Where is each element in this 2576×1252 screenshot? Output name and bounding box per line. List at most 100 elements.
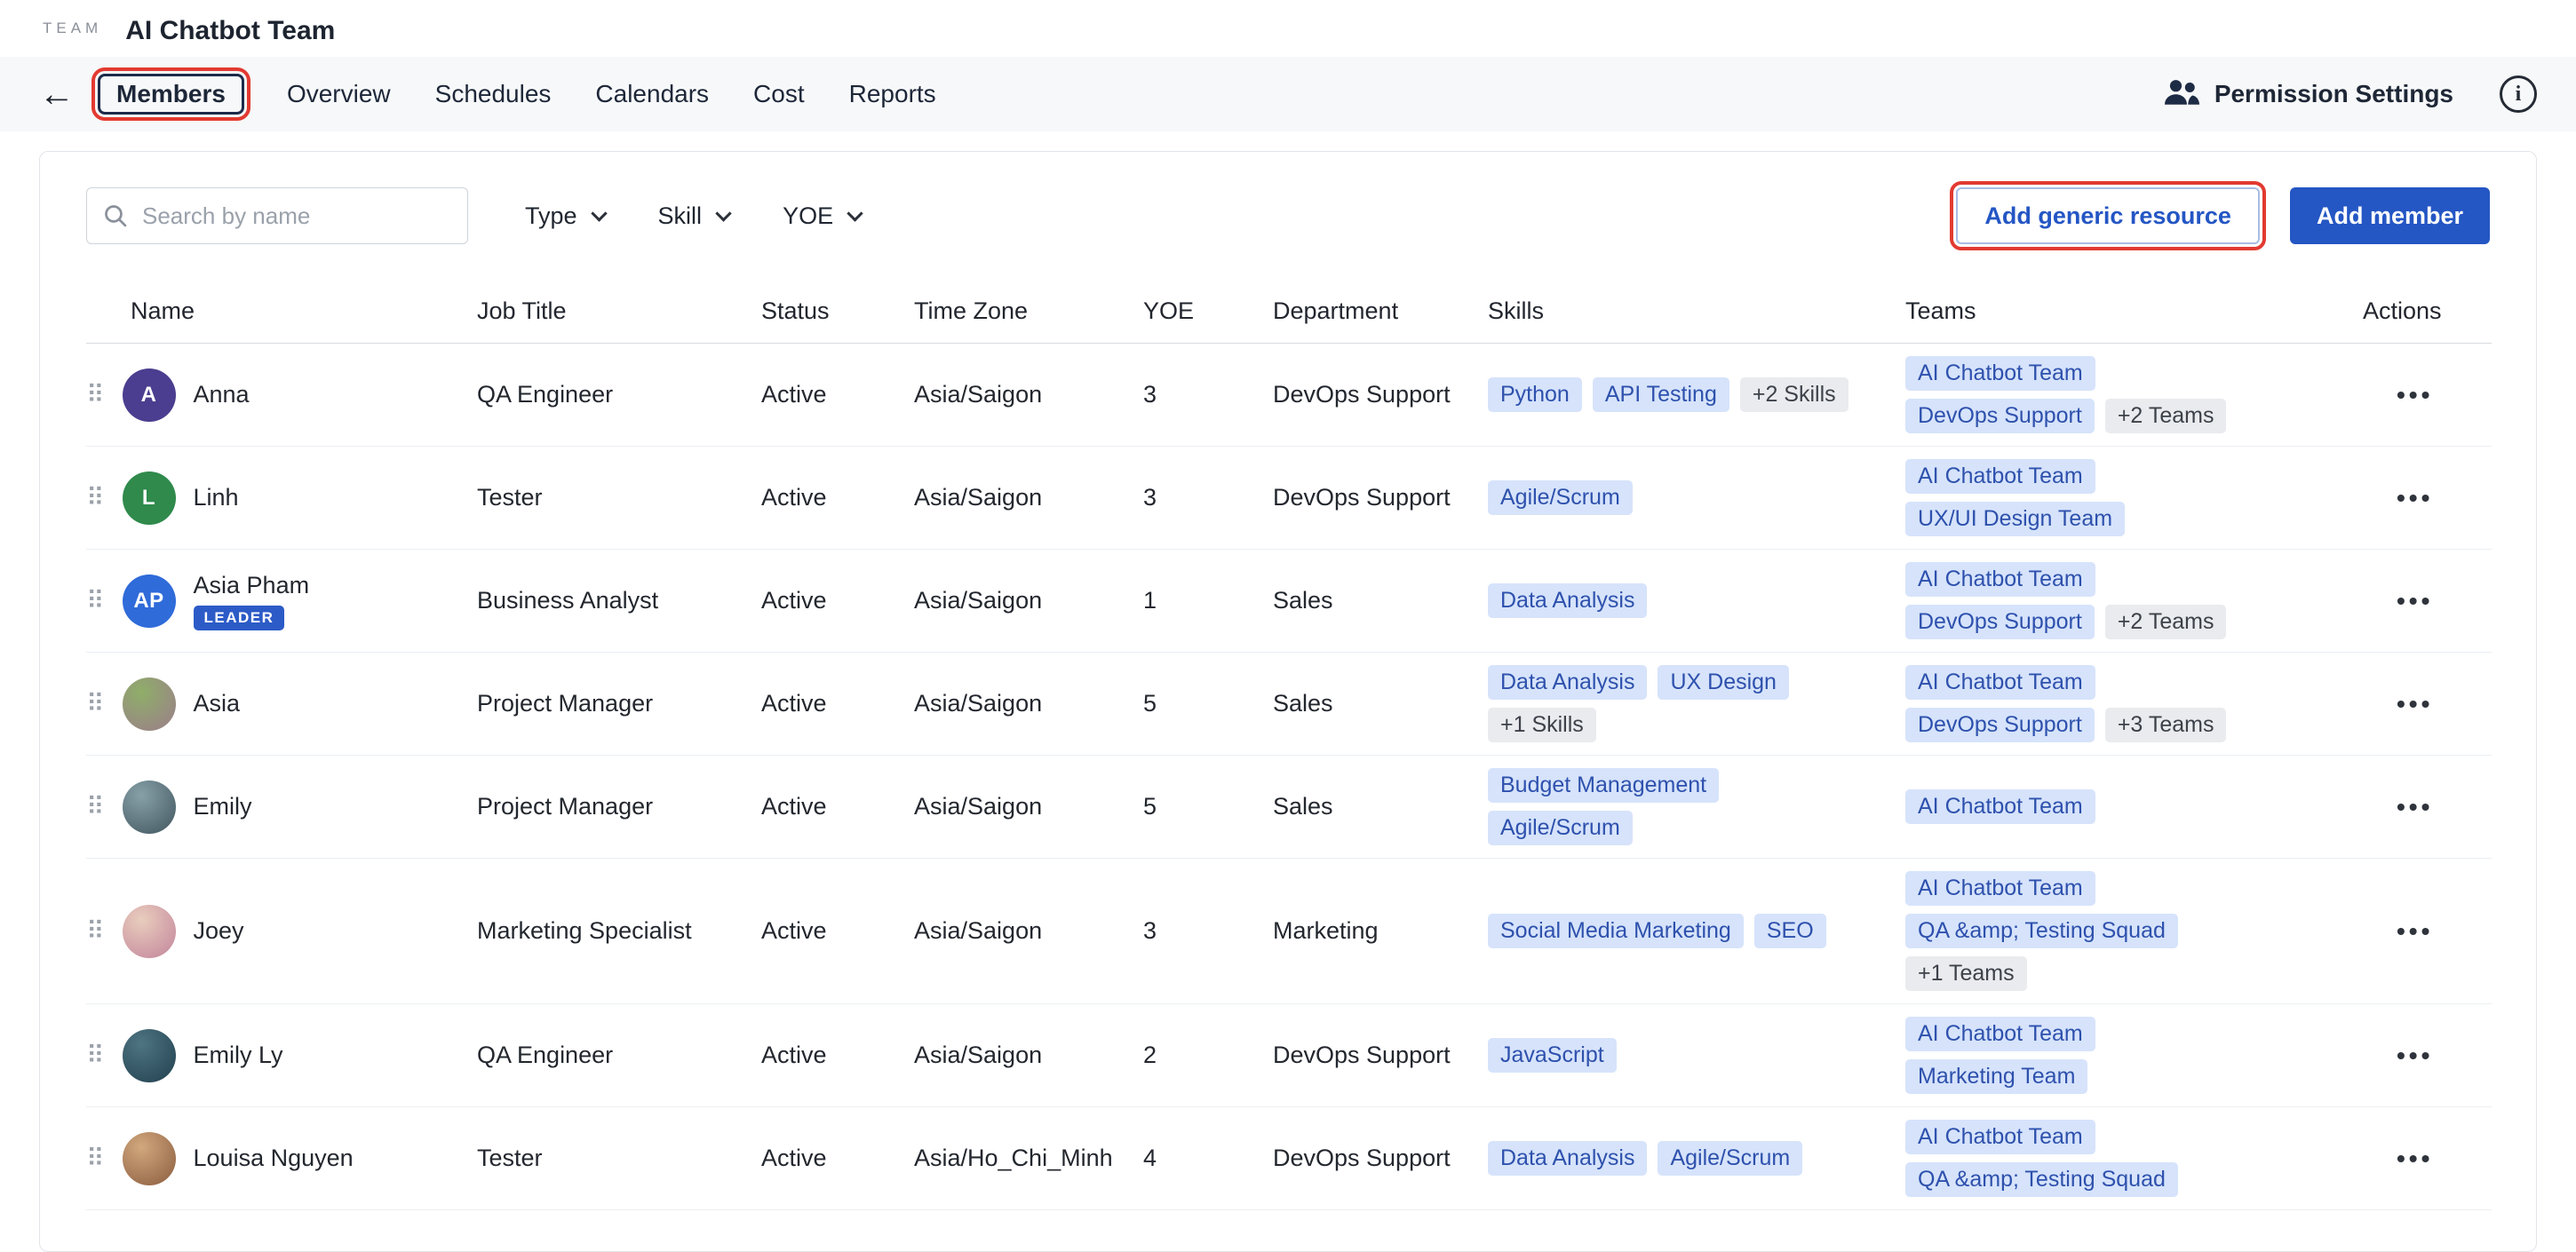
team-label: TEAM: [43, 20, 102, 37]
tag: AI Chatbot Team: [1905, 1017, 2095, 1051]
tag-line: QA &amp; Testing Squad: [1905, 1162, 2354, 1197]
more-count-tag: +2 Teams: [2105, 605, 2227, 639]
tag: AI Chatbot Team: [1905, 562, 2095, 597]
avatar: A: [123, 368, 176, 422]
more-count-tag: +2 Teams: [2105, 399, 2227, 433]
tag: UX Design: [1658, 665, 1789, 700]
skills: Data AnalysisAgile/Scrum: [1488, 1141, 1896, 1176]
tag-line: Data AnalysisAgile/Scrum: [1488, 1141, 1896, 1176]
drag-handle-icon[interactable]: ⠿: [86, 380, 105, 409]
yoe: 5: [1143, 653, 1273, 756]
filter-type[interactable]: Type: [525, 202, 605, 230]
status: Active: [761, 653, 914, 756]
add-generic-resource-button[interactable]: Add generic resource: [1956, 187, 2260, 244]
row-actions-button[interactable]: •••: [2384, 788, 2445, 827]
skills: PythonAPI Testing+2 Skills: [1488, 377, 1896, 412]
drag-handle-icon[interactable]: ⠿: [86, 1144, 105, 1173]
tag-line: AI Chatbot Team: [1905, 871, 2354, 906]
tag: Agile/Scrum: [1488, 480, 1633, 515]
tab-cost[interactable]: Cost: [751, 75, 807, 114]
tag-line: AI Chatbot Team: [1905, 1120, 2354, 1154]
people-icon: [2161, 77, 2200, 112]
table-row: ⠿ L Linh Tester Active Asia/Saigon 3 Dev…: [86, 447, 2492, 550]
row-actions-button[interactable]: •••: [2384, 1036, 2445, 1075]
teams: AI Chatbot Team QA &amp; Testing Squad: [1905, 1120, 2354, 1197]
tab-reports[interactable]: Reports: [847, 75, 938, 114]
filter-label: Skill: [658, 202, 703, 230]
teams: AI Chatbot Team: [1905, 789, 2354, 824]
avatar: [123, 1029, 176, 1082]
chevron-down-icon: [847, 205, 863, 221]
tag: AI Chatbot Team: [1905, 871, 2095, 906]
tag-line: Marketing Team: [1905, 1059, 2354, 1094]
drag-handle-icon[interactable]: ⠿: [86, 586, 105, 615]
permission-settings-button[interactable]: Permission Settings: [2161, 77, 2453, 112]
row-actions-button[interactable]: •••: [2384, 685, 2445, 724]
tag: AI Chatbot Team: [1905, 789, 2095, 824]
yoe: 1: [1143, 550, 1273, 653]
department: Marketing: [1273, 859, 1488, 1004]
row-actions-button[interactable]: •••: [2384, 376, 2445, 415]
tag-line: Social Media MarketingSEO: [1488, 914, 1896, 948]
tag-line: AI Chatbot Team: [1905, 356, 2354, 391]
add-member-button[interactable]: Add member: [2290, 187, 2490, 244]
filter-skill[interactable]: Skill: [658, 202, 730, 230]
tag: JavaScript: [1488, 1038, 1617, 1073]
drag-handle-icon[interactable]: ⠿: [86, 792, 105, 821]
drag-handle-icon[interactable]: ⠿: [86, 1041, 105, 1070]
teams: AI Chatbot TeamDevOps Support+2 Teams: [1905, 562, 2354, 639]
status: Active: [761, 550, 914, 653]
tag: QA &amp; Testing Squad: [1905, 914, 2178, 948]
drag-handle-icon[interactable]: ⠿: [86, 916, 105, 946]
drag-handle-icon[interactable]: ⠿: [86, 689, 105, 718]
avatar: [123, 1132, 176, 1185]
column-header-actions: Actions: [2363, 285, 2492, 344]
yoe: 3: [1143, 344, 1273, 447]
filters: Type Skill YOE: [525, 202, 861, 230]
tag-line: UX/UI Design Team: [1905, 502, 2354, 536]
members-card: Type Skill YOE Add generic resource Add me…: [39, 151, 2537, 1252]
page-title: AI Chatbot Team: [125, 16, 335, 46]
department: DevOps Support: [1273, 447, 1488, 550]
row-actions-button[interactable]: •••: [2384, 912, 2445, 951]
status: Active: [761, 344, 914, 447]
status: Active: [761, 756, 914, 859]
row-actions-button[interactable]: •••: [2384, 479, 2445, 518]
tag-line: JavaScript: [1488, 1038, 1896, 1073]
tab-schedules[interactable]: Schedules: [433, 75, 553, 114]
leader-badge: LEADER: [194, 606, 285, 630]
avatar: [123, 905, 176, 958]
members-table: NameJob TitleStatusTime ZoneYOEDepartmen…: [86, 285, 2492, 1210]
time-zone: Asia/Saigon: [914, 653, 1143, 756]
column-header-status: Status: [761, 285, 914, 344]
member-name: Asia: [194, 690, 241, 717]
filter-yoe[interactable]: YOE: [783, 202, 861, 230]
avatar: [123, 678, 176, 731]
skills: Budget ManagementAgile/Scrum: [1488, 768, 1896, 845]
tab-overview[interactable]: Overview: [285, 75, 393, 114]
avatar: [123, 781, 176, 834]
tag: Python: [1488, 377, 1582, 412]
yoe: 3: [1143, 859, 1273, 1004]
row-actions-button[interactable]: •••: [2384, 1139, 2445, 1178]
tag: AI Chatbot Team: [1905, 459, 2095, 494]
row-actions-button[interactable]: •••: [2384, 582, 2445, 621]
tab-calendars[interactable]: Calendars: [593, 75, 711, 114]
tab-members[interactable]: Members: [98, 74, 244, 115]
yoe: 5: [1143, 756, 1273, 859]
tag: QA &amp; Testing Squad: [1905, 1162, 2178, 1197]
nav-right: Permission Settings i: [2161, 75, 2537, 113]
search-input[interactable]: [86, 187, 468, 244]
tag-line: DevOps Support+3 Teams: [1905, 708, 2354, 742]
info-icon[interactable]: i: [2500, 75, 2537, 113]
status: Active: [761, 859, 914, 1004]
tag: UX/UI Design Team: [1905, 502, 2125, 536]
department: Sales: [1273, 550, 1488, 653]
drag-handle-icon[interactable]: ⠿: [86, 483, 105, 512]
teams: AI Chatbot TeamDevOps Support+3 Teams: [1905, 665, 2354, 742]
time-zone: Asia/Saigon: [914, 447, 1143, 550]
search-box: [86, 187, 468, 244]
back-button[interactable]: ←: [39, 76, 75, 112]
column-header-time-zone: Time Zone: [914, 285, 1143, 344]
tag: Marketing Team: [1905, 1059, 2087, 1094]
